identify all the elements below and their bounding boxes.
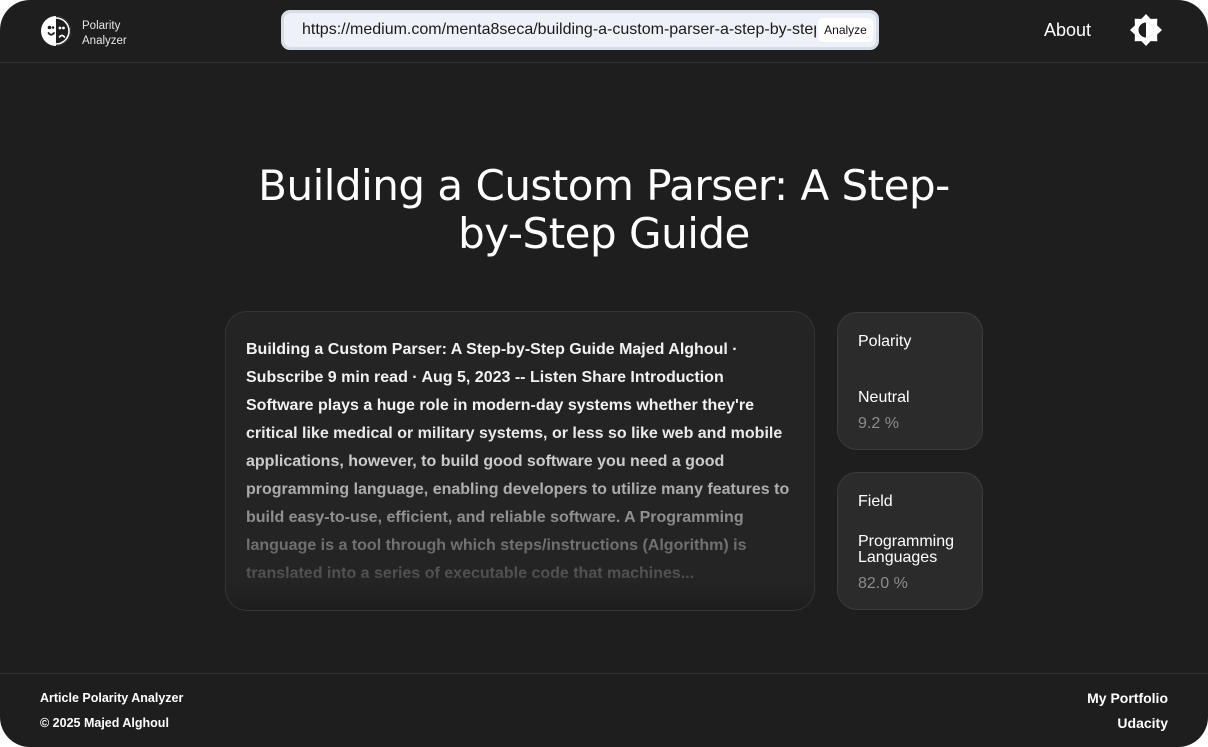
udacity-link[interactable]: Udacity <box>1117 715 1168 731</box>
app-logo[interactable]: Polarity Analyzer <box>40 15 127 52</box>
about-link[interactable]: About <box>1044 20 1091 41</box>
top-bar: Polarity Analyzer Analyze About <box>0 0 1208 63</box>
article-preview-text: Building a Custom Parser: A Step-by-Step… <box>246 341 790 582</box>
article-title: Building a Custom Parser: A Step-by-Step… <box>258 161 950 258</box>
field-label: Field <box>858 493 893 510</box>
footer-copyright: © 2025 Majed Alghoul <box>40 716 169 730</box>
app-name-line1: Polarity <box>82 19 121 32</box>
app-name-line2: Analyzer <box>82 34 127 47</box>
portfolio-link[interactable]: My Portfolio <box>1087 690 1168 706</box>
field-value: Programming Languages <box>858 533 955 566</box>
url-field-wrapper: Analyze <box>284 13 876 47</box>
field-percent: 82.0 % <box>858 575 908 592</box>
masks-logo-icon <box>40 15 72 52</box>
polarity-percent: 9.2 % <box>858 415 899 432</box>
polarity-label: Polarity <box>858 333 912 350</box>
text-fade-overlay <box>226 580 814 610</box>
polarity-value: Neutral <box>858 389 910 406</box>
article-preview-card: Building a Custom Parser: A Step-by-Step… <box>225 311 815 611</box>
field-card: Field Programming Languages 82.0 % <box>837 472 983 610</box>
brightness-icon <box>1130 14 1162 46</box>
polarity-card: Polarity Neutral 9.2 % <box>837 312 983 450</box>
footer: Article Polarity Analyzer © 2025 Majed A… <box>0 673 1208 747</box>
analyze-button[interactable]: Analyze <box>818 18 873 42</box>
app-window: Polarity Analyzer Analyze About Building… <box>0 0 1208 747</box>
theme-toggle-button[interactable] <box>1129 13 1163 47</box>
footer-app-name: Article Polarity Analyzer <box>40 691 184 705</box>
url-input[interactable] <box>302 13 816 47</box>
app-name: Polarity Analyzer <box>82 19 127 49</box>
url-search-bar: Analyze <box>281 10 879 50</box>
